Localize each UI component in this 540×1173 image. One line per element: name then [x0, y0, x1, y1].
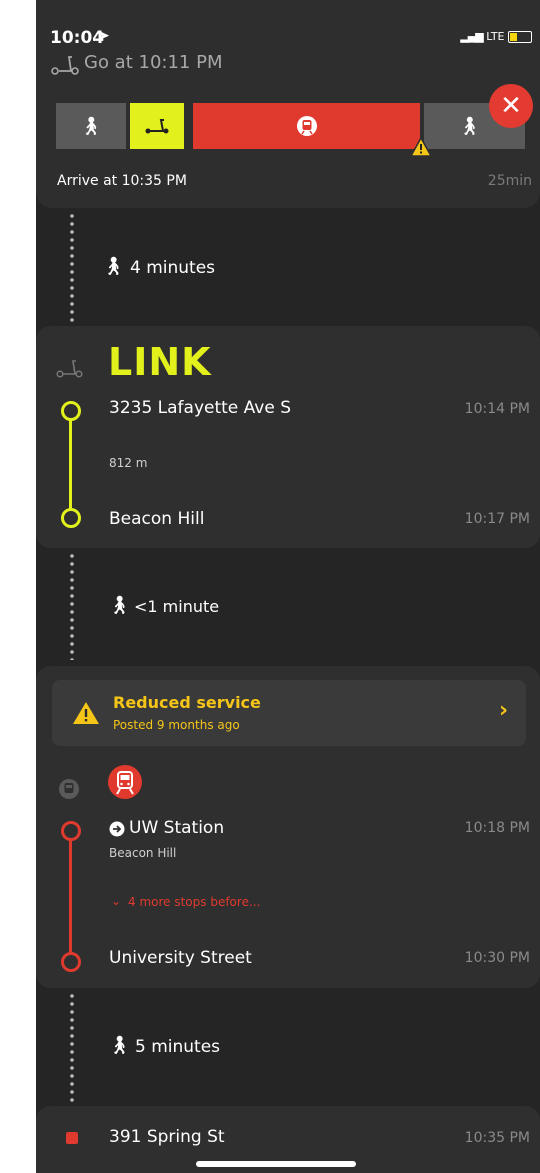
segment-walk: 🚶︎ — [56, 103, 126, 149]
status-time: 10:04 — [50, 28, 105, 48]
destination-stop-marker — [61, 952, 81, 972]
scooter-icon — [51, 56, 79, 75]
phone-screen: 10:04 ➤ ▂▄▆ LTE Go at 10:11 PM 🚶︎ 🚶︎ ✕ A… — [36, 0, 540, 1173]
leg-distance: 812 m — [109, 456, 148, 470]
status-indicators: ▂▄▆ LTE — [460, 30, 532, 43]
origin-stop-time: 10:18 PM — [464, 820, 530, 836]
arrival-time: Arrive at 10:35 PM — [57, 173, 187, 189]
walk-icon: 🚶︎ — [108, 1035, 131, 1056]
origin-stop-time: 10:14 PM — [464, 401, 530, 417]
walk-duration: 5 minutes — [135, 1037, 221, 1057]
route-line — [69, 839, 72, 961]
origin-stop-name: UW Station — [129, 818, 225, 838]
walk-icon: 🚶︎ — [108, 595, 131, 616]
destination-stop-name: Beacon Hill — [109, 509, 205, 529]
arrow-circle-icon — [109, 821, 125, 837]
chevron-down-icon[interactable]: ⌄ — [111, 894, 121, 908]
destination-stop-time: 10:17 PM — [464, 511, 530, 527]
signal-icon: ▂▄▆ — [460, 30, 483, 43]
segment-light-rail — [193, 103, 420, 149]
alert-title: Reduced service — [113, 693, 261, 712]
more-stops-toggle[interactable]: 4 more stops before... — [128, 895, 260, 909]
trip-duration: 25min — [487, 173, 532, 189]
scooter-icon — [145, 119, 169, 134]
walk-connector — [70, 992, 74, 1104]
walk-connector — [70, 212, 74, 324]
location-arrow-icon: ➤ — [98, 28, 110, 44]
chevron-right-icon: › — [499, 698, 509, 723]
walk-connector — [70, 552, 74, 660]
origin-stop-marker — [61, 821, 81, 841]
destination-marker-icon — [66, 1132, 78, 1144]
walk-icon: 🚶︎ — [458, 115, 481, 137]
network-label: LTE — [486, 30, 505, 43]
alert-subtitle: Posted 9 months ago — [113, 718, 240, 732]
destination-name: 391 Spring St — [109, 1127, 225, 1147]
departure-time: Go at 10:11 PM — [84, 52, 223, 73]
destination-stop-marker — [61, 508, 81, 528]
scooter-leg-card[interactable]: LINK 3235 Lafayette Ave S 10:14 PM 812 m… — [36, 326, 540, 548]
walk-icon: 🚶︎ — [79, 115, 103, 137]
close-button[interactable]: ✕ — [489, 84, 533, 128]
trip-summary-card: 10:04 ➤ ▂▄▆ LTE Go at 10:11 PM 🚶︎ 🚶︎ ✕ A… — [36, 0, 540, 208]
walk-icon: 🚶︎ — [102, 256, 125, 277]
warning-icon — [73, 702, 99, 724]
provider-logo: LINK — [108, 340, 212, 384]
warning-icon — [410, 137, 432, 157]
tram-icon — [296, 116, 317, 136]
destination-stop-time: 10:30 PM — [464, 950, 530, 966]
service-alert[interactable]: Reduced service Posted 9 months ago › — [52, 680, 526, 746]
scooter-icon — [56, 360, 83, 378]
close-icon: ✕ — [500, 91, 522, 121]
segment-scooter — [130, 103, 184, 149]
origin-stop-name: 3235 Lafayette Ave S — [109, 398, 292, 418]
tram-icon — [59, 779, 79, 799]
walk-duration: <1 minute — [134, 597, 220, 616]
battery-icon — [508, 31, 532, 43]
walk-duration: 4 minutes — [130, 258, 216, 278]
route-line — [69, 418, 72, 514]
origin-stop-marker — [61, 401, 81, 421]
destination-stop-name: University Street — [109, 948, 252, 968]
light-rail-badge-icon — [108, 765, 142, 799]
home-indicator[interactable] — [196, 1161, 356, 1167]
origin-stop-subtitle: Beacon Hill — [109, 846, 177, 860]
destination-time: 10:35 PM — [464, 1130, 530, 1146]
